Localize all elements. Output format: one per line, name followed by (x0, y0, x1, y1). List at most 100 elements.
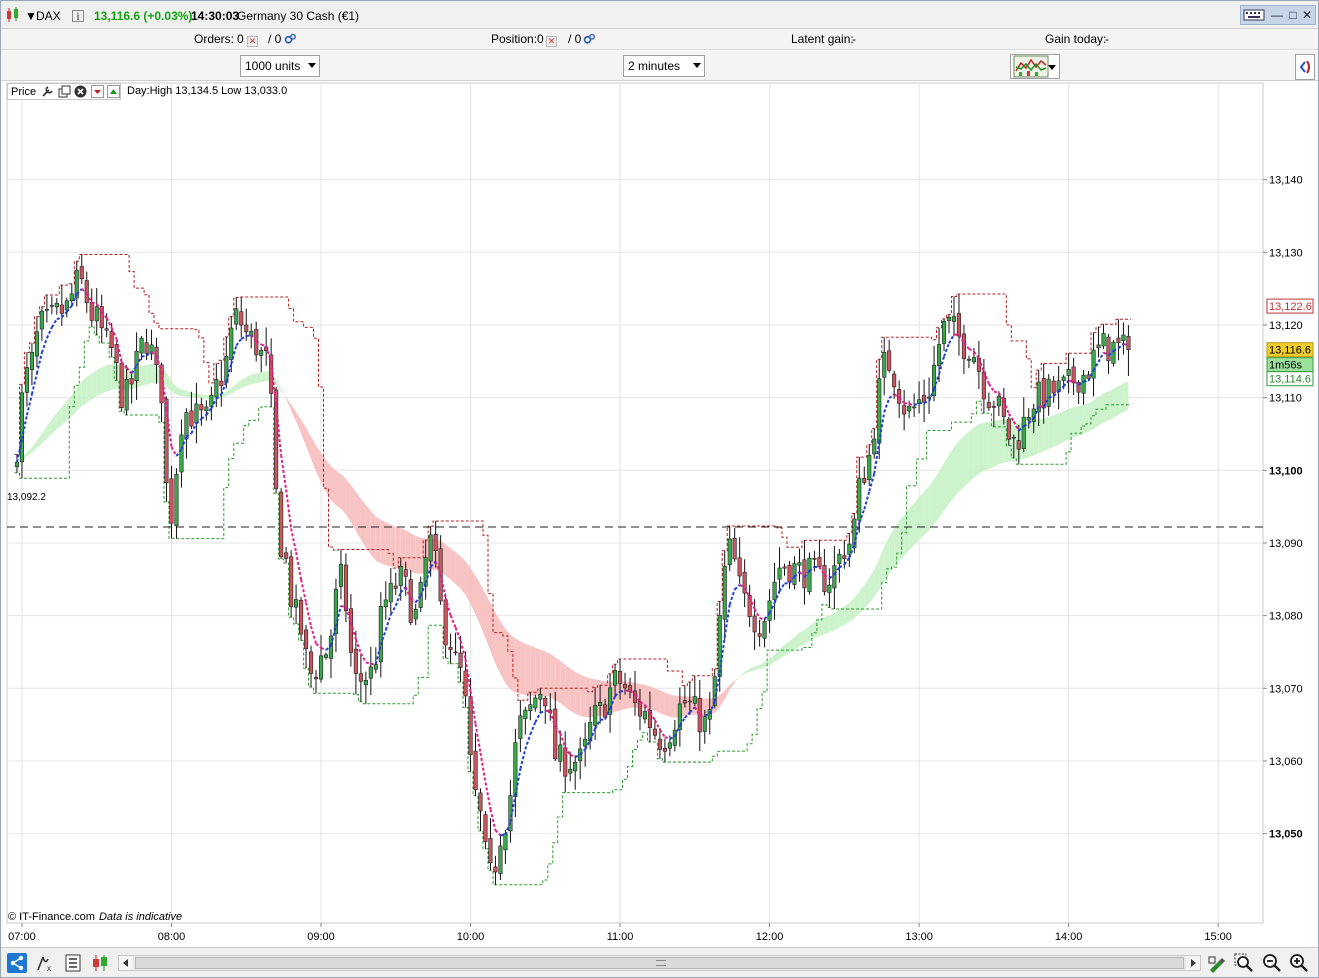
ma-ribbon-segment (949, 446, 954, 504)
y-tick-label: 13,080 (1269, 611, 1303, 623)
maximize-button[interactable]: □ (1287, 8, 1299, 22)
position-close-icon[interactable]: ✕ (544, 32, 557, 47)
wrench-icon[interactable] (41, 85, 54, 99)
ma-ribbon-segment (998, 419, 1004, 465)
candle-bull (762, 621, 767, 639)
candle-bear (862, 477, 867, 483)
candle-bull (134, 350, 139, 381)
ma-ribbon-segment (924, 486, 930, 536)
candle-bear (289, 556, 294, 607)
candle-bull (64, 300, 69, 311)
candle-bear (448, 647, 453, 650)
orders-cancel-icon[interactable]: ✕ (245, 32, 258, 47)
candle-bull (772, 581, 777, 601)
ma-ribbon-segment (336, 470, 341, 509)
ma-ribbon-segment (1113, 386, 1119, 418)
timeframe-select[interactable]: 2 minutes (623, 55, 705, 77)
zoom-out-icon[interactable] (1262, 953, 1282, 973)
ma-ribbon-segment (331, 466, 336, 506)
candle-bull (882, 351, 887, 378)
ma-ribbon-segment (929, 479, 934, 531)
ma-ribbon-segment (91, 369, 97, 400)
candle-bear (244, 324, 249, 333)
candle-bull (583, 738, 588, 747)
scrollbar-thumb[interactable] (135, 957, 1184, 969)
share-icon[interactable] (7, 953, 27, 973)
symbol-name[interactable]: DAX (36, 8, 61, 24)
zoom-fit-icon[interactable] (1234, 953, 1254, 973)
ma-ribbon-segment (495, 612, 501, 674)
candle-bull (94, 306, 99, 322)
chart-type-button[interactable] (1010, 54, 1060, 79)
move-up-icon[interactable] (107, 85, 120, 99)
ma-ribbon-segment (1028, 421, 1034, 458)
candle-bull (398, 565, 403, 586)
ma-ribbon-segment (455, 552, 461, 589)
zoom-in-icon[interactable] (1289, 953, 1309, 973)
candle-bear (822, 565, 827, 592)
candle-bear (662, 747, 668, 752)
chart-settings-bar: 1000 units 2 minutes (1, 51, 1318, 81)
candle-bear (298, 599, 304, 635)
chart-bottom-toolbar: x (1, 947, 1318, 977)
draw-tools-icon[interactable] (1207, 953, 1227, 973)
y-tick-label: 13,070 (1269, 683, 1303, 695)
candle-bear (986, 402, 991, 409)
keyboard-icon[interactable] (1243, 8, 1265, 22)
candle-bear (303, 629, 309, 649)
ma-ribbon-segment (919, 491, 925, 541)
close-pane-icon[interactable] (74, 85, 87, 99)
ma-ribbon-segment (365, 505, 371, 555)
candle-bear (219, 380, 224, 387)
candle-bull (667, 742, 672, 749)
ma-ribbon-segment (1063, 408, 1069, 443)
candle-bull (612, 669, 618, 686)
candle-bear (627, 685, 633, 692)
y-tick-label: 13,140 (1269, 175, 1303, 187)
candle-bear (802, 559, 807, 589)
side-panel-button[interactable] (1295, 54, 1315, 80)
candle-bear (553, 708, 558, 760)
info-icon[interactable]: i (72, 10, 84, 22)
candle-bear (1051, 380, 1056, 394)
detach-window-icon[interactable] (58, 85, 71, 99)
ma-ribbon-segment (1053, 413, 1059, 447)
indicator-icon[interactable]: x (35, 953, 55, 973)
horizontal-scrollbar[interactable] (118, 955, 1201, 971)
candle-bull (951, 316, 957, 322)
candles-settings-icon[interactable] (90, 953, 110, 973)
ma-ribbon-segment (839, 606, 845, 628)
candle-bear (483, 814, 488, 842)
candle-bear (956, 313, 962, 337)
candle-bear (966, 358, 972, 361)
ma-ribbon-segment (141, 365, 147, 386)
price-chart[interactable]: 13,050 13,060 13,070 13,080 13,090 13,100 13,1… (5, 81, 1317, 947)
close-button[interactable]: ✕ (1301, 8, 1313, 22)
list-icon[interactable] (63, 953, 83, 973)
units-select[interactable]: 1000 units (240, 55, 320, 77)
ma-ribbon-segment (81, 376, 87, 407)
chart-canvas[interactable]: 13,050 13,060 13,070 13,080 13,090 13,100 13,1… (5, 81, 1317, 947)
move-down-icon[interactable] (91, 85, 104, 99)
x-tick-label: 12:00 (756, 931, 784, 943)
scroll-right-icon[interactable] (1186, 956, 1200, 970)
ma-ribbon-segment (410, 533, 416, 574)
candle-bull (827, 584, 832, 593)
position-settings-icon[interactable] (583, 32, 595, 47)
candle-bear (543, 697, 548, 707)
scroll-left-icon[interactable] (119, 956, 133, 970)
ma-ribbon-segment (934, 471, 939, 525)
candle-bull (598, 702, 603, 707)
orders-settings-icon[interactable] (284, 32, 296, 47)
candle-bull (508, 795, 513, 832)
candle-bear (393, 585, 398, 589)
candle-bull (941, 320, 947, 344)
candle-bear (603, 704, 608, 718)
ma-ribbon-segment (340, 474, 346, 515)
candle-bear (358, 673, 363, 682)
instrument-name: Germany 30 Cash (€1) (237, 9, 360, 23)
ma-ribbon-segment (201, 394, 207, 399)
minimize-button[interactable]: — (1271, 8, 1283, 22)
ma-ribbon-segment (256, 372, 262, 384)
x-tick-label: 09:00 (307, 931, 335, 943)
